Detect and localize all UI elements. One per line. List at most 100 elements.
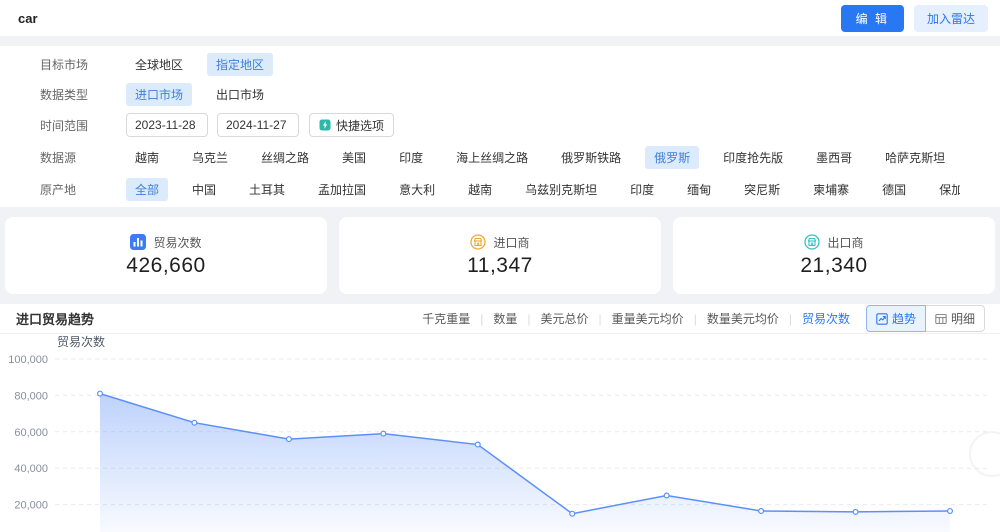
data-point[interactable] (474, 441, 481, 448)
filter-option[interactable]: 出口市场 (207, 83, 273, 106)
data-point[interactable] (663, 492, 670, 499)
filter-option[interactable]: 美国 (333, 146, 375, 169)
data-point[interactable] (191, 419, 198, 426)
filter-option[interactable]: 墨西哥 (807, 146, 861, 169)
chart-header: 进口贸易趋势 千克重量 | 数量 | 美元总价 | 重量美元均价 | 数量美元均价 | 贸易次数 趋… (0, 304, 1000, 334)
detail-view-button[interactable]: 明细 (925, 305, 985, 332)
filter-row-target-market: 目标市场 全球地区 指定地区 (40, 53, 960, 76)
filter-option[interactable]: 柬埔寨 (804, 178, 858, 201)
trend-chart-canvas[interactable]: 贸易次数020,00040,00060,00080,000100,0002023… (0, 334, 1000, 532)
stat-card-exporters: 出口商 21,340 (673, 217, 995, 294)
detail-button-label: 明细 (950, 312, 975, 326)
bar-chart-icon (130, 234, 147, 250)
filter-option[interactable]: 印度抢先版 (714, 146, 792, 169)
metric-separator: | (527, 312, 531, 326)
chart-title: 进口贸易趋势 (16, 312, 95, 327)
filter-label: 原产地 (40, 183, 77, 197)
y-tick-label: 100,000 (8, 354, 48, 366)
chart-controls: 千克重量 | 数量 | 美元总价 | 重量美元均价 | 数量美元均价 | 贸易次数 趋势 明细 (420, 305, 985, 332)
filter-option[interactable]: 孟加拉国 (309, 178, 375, 201)
metric-option[interactable]: 贸易次数 (800, 312, 852, 326)
filter-option[interactable]: 指定地区 (207, 53, 274, 76)
y-tick-label: 40,000 (14, 463, 48, 475)
filter-option[interactable]: 越南 (126, 146, 168, 169)
data-point[interactable] (758, 507, 765, 514)
filter-label: 数据类型 (40, 88, 89, 102)
add-to-radar-button[interactable]: 加入雷达 (913, 4, 988, 32)
filter-option[interactable]: 中国 (183, 178, 225, 201)
filter-option[interactable]: 越南 (459, 178, 501, 201)
filter-option[interactable]: 全部 (126, 178, 169, 201)
y-axis-title: 贸易次数 (57, 334, 105, 349)
trend-chart: 贸易次数020,00040,00060,00080,000100,0002023… (8, 334, 1000, 532)
watermark-circle (969, 431, 1000, 477)
metric-separator: | (480, 312, 484, 326)
filter-option[interactable]: 印度 (390, 146, 432, 169)
filter-option[interactable]: 印度 (621, 178, 663, 201)
data-point[interactable] (569, 510, 576, 517)
data-point[interactable] (285, 436, 292, 443)
y-tick-label: 60,000 (14, 427, 48, 439)
stat-label: 出口商 (827, 235, 864, 250)
view-switch: 趋势 明细 (865, 305, 985, 332)
filter-option[interactable]: 俄罗斯铁路 (552, 146, 630, 169)
metric-option[interactable]: 重量美元均价 (610, 312, 686, 326)
table-icon (935, 313, 947, 324)
metric-separator: | (693, 312, 697, 326)
quick-options-icon (319, 119, 331, 131)
trend-icon (876, 312, 888, 325)
data-point[interactable] (946, 507, 953, 514)
filter-option[interactable]: 哈萨克斯坦 (876, 146, 954, 169)
filter-row-data-type: 数据类型 进口市场 出口市场 (40, 83, 960, 106)
y-tick-label: 20,000 (14, 500, 48, 512)
data-point[interactable] (852, 508, 859, 515)
filter-option[interactable]: 德国 (873, 178, 915, 201)
quick-options-button[interactable]: 快捷选项 (309, 113, 395, 137)
top-actions: 编 辑 加入雷达 (840, 4, 988, 32)
divider-strip (0, 294, 1000, 304)
metric-toggle-list: 千克重量 | 数量 | 美元总价 | 重量美元均价 | 数量美元均价 | 贸易次数 (420, 310, 852, 327)
metric-separator: | (598, 312, 602, 326)
calendar-icon (200, 124, 201, 126)
data-point[interactable] (380, 430, 387, 437)
filter-option[interactable]: 乌兹别克斯坦 (516, 178, 606, 201)
start-date-input[interactable]: 2023-11-28 (126, 113, 208, 137)
filter-option[interactable]: 乌克兰 (183, 146, 237, 169)
start-date-value: 2023-11-28 (135, 118, 196, 132)
end-date-input[interactable]: 2024-11-27 (217, 113, 299, 137)
stat-card-importers: 进口商 11,347 (339, 217, 661, 294)
filter-row-time-range: 时间范围 2023-11-28 2024-11-27 快捷选项 (40, 113, 960, 137)
chart-panel: 进口贸易趋势 千克重量 | 数量 | 美元总价 | 重量美元均价 | 数量美元均价 | 贸易次数 趋… (0, 304, 1000, 532)
filter-row-data-source: 数据源 越南 乌克兰 丝绸之路 美国 印度 海上丝绸之路 俄罗斯铁路 俄罗斯 印度抢先版 墨西哥哈… (40, 146, 960, 169)
filter-option[interactable]: 缅甸 (678, 178, 720, 201)
data-point[interactable] (96, 390, 103, 397)
filter-option[interactable]: 全球地区 (126, 53, 192, 76)
filter-option[interactable]: 保加利亚 (930, 178, 960, 201)
divider-strip (0, 207, 1000, 217)
trend-view-button[interactable]: 趋势 (865, 305, 926, 332)
filter-option[interactable]: 俄罗斯 (645, 146, 700, 169)
top-bar: car 编 辑 加入雷达 (0, 0, 1000, 36)
importer-icon (470, 234, 487, 250)
stat-value: 21,340 (800, 253, 868, 277)
stat-value: 11,347 (467, 253, 533, 277)
stat-value: 426,660 (126, 253, 206, 277)
origin-options: 全部中国土耳其孟加拉国意大利越南乌兹别克斯坦印度缅甸突尼斯柬埔寨德国保加利亚葡萄… (126, 178, 960, 201)
calendar-icon (291, 124, 292, 126)
metric-option[interactable]: 数量美元均价 (705, 312, 781, 326)
edit-button[interactable]: 编 辑 (840, 4, 904, 32)
metric-option[interactable]: 美元总价 (539, 312, 591, 326)
metric-separator: | (788, 312, 792, 326)
metric-option[interactable]: 千克重量 (420, 312, 472, 326)
stat-label: 进口商 (493, 235, 530, 250)
stat-cards: 贸易次数 426,660 进口商 11,347 出口商 21,340 (0, 217, 1000, 294)
filter-option[interactable]: 海上丝绸之路 (447, 146, 537, 169)
metric-option[interactable]: 数量 (491, 312, 519, 326)
filter-option[interactable]: 丝绸之路 (252, 146, 318, 169)
filter-option[interactable]: 土耳其 (240, 178, 294, 201)
filter-option[interactable]: 进口市场 (126, 83, 193, 106)
filter-option[interactable]: 突尼斯 (735, 178, 789, 201)
filter-option[interactable]: 意大利 (390, 178, 444, 201)
quick-options-label: 快捷选项 (336, 118, 385, 133)
filter-panel: 目标市场 全球地区 指定地区 数据类型 进口市场 出口市场 时间范围 2023-11… (0, 46, 1000, 207)
